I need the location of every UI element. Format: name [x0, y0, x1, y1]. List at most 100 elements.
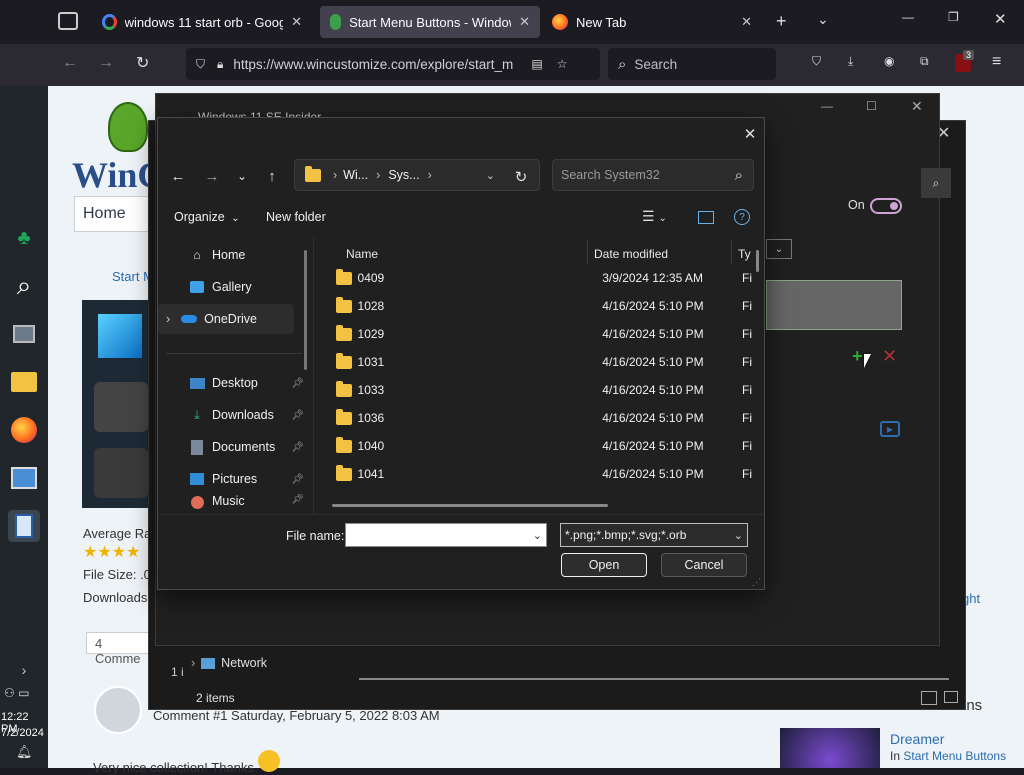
firefox-icon[interactable]	[8, 414, 40, 446]
close-icon[interactable]: ✕	[738, 122, 762, 146]
column-header-date[interactable]: Date modified	[594, 242, 734, 266]
notepad-icon[interactable]	[8, 510, 40, 542]
tab-wincustomize[interactable]: Start Menu Buttons - Windows ✕	[320, 6, 540, 38]
url-bar[interactable]: ⛉ 🔒︎ https://www.wincustomize.com/explor…	[186, 48, 600, 80]
file-row[interactable]: 1031 4/16/2024 5:10 PM Fi	[316, 348, 752, 376]
help-icon[interactable]: ?	[734, 209, 750, 225]
control-panel-icon[interactable]	[8, 462, 40, 494]
notification-bell-icon[interactable]: 🔔︎	[16, 744, 33, 760]
play-icon[interactable]: ▶	[880, 421, 900, 437]
select-dropdown[interactable]: ⌄	[766, 239, 792, 259]
account-icon[interactable]: ◉	[884, 54, 894, 68]
network-item[interactable]: › Network	[191, 656, 267, 670]
file-row[interactable]: 0409 3/9/2024 12:35 AM Fi	[316, 264, 752, 292]
close-icon[interactable]: ✕	[291, 14, 302, 30]
url-text[interactable]: https://www.wincustomize.com/explore/sta…	[233, 57, 523, 72]
open-button[interactable]: Open	[561, 553, 647, 577]
nav-item-onedrive[interactable]: › OneDrive	[158, 304, 294, 334]
file-row[interactable]: 1041 4/16/2024 5:10 PM Fi	[316, 460, 752, 488]
pocket-icon[interactable]: ⛉	[812, 54, 821, 69]
nav-scrollbar[interactable]	[304, 250, 307, 370]
close-window-icon[interactable]: ✕	[994, 10, 1007, 28]
add-icon[interactable]: +	[852, 346, 863, 367]
minimize-icon[interactable]: —	[821, 99, 833, 113]
new-folder-button[interactable]: New folder	[266, 210, 326, 224]
expand-chevron-icon[interactable]: ›	[166, 312, 170, 326]
nav-item-music[interactable]: Music 📌︎	[158, 494, 304, 514]
file-row[interactable]: 1040 4/16/2024 5:10 PM Fi	[316, 432, 752, 460]
forward-arrow-icon[interactable]: →	[200, 164, 224, 188]
breadcrumb-system32[interactable]: Sys...	[388, 168, 419, 182]
minimize-icon[interactable]: —	[902, 10, 914, 24]
column-header-name[interactable]: Name	[346, 242, 616, 266]
back-arrow-icon[interactable]: ←	[62, 54, 78, 72]
cancel-button[interactable]: Cancel	[661, 553, 747, 577]
toggle-switch[interactable]	[870, 198, 902, 214]
file-row[interactable]: 1033 4/16/2024 5:10 PM Fi	[316, 376, 752, 404]
file-row[interactable]: 1029 4/16/2024 5:10 PM Fi	[316, 320, 752, 348]
tab-new-tab[interactable]: New Tab ✕	[542, 6, 762, 38]
scroll-track[interactable]	[359, 678, 949, 680]
search-icon[interactable]: ⌕	[8, 270, 40, 302]
comments-tab[interactable]: 4 Comme	[86, 632, 154, 666]
close-icon[interactable]: ✕	[741, 14, 752, 30]
list-vertical-scrollbar[interactable]	[756, 250, 759, 272]
task-view-icon[interactable]	[8, 318, 40, 350]
close-icon[interactable]: ✕	[911, 98, 923, 115]
remove-icon[interactable]: ✕	[882, 346, 897, 367]
new-tab-plus-icon[interactable]: +	[776, 11, 787, 32]
up-arrow-icon[interactable]: ↑	[260, 164, 284, 188]
refresh-icon[interactable]: ↻	[510, 166, 532, 188]
search-button[interactable]: ⌕	[921, 168, 951, 198]
maximize-icon[interactable]: ☐	[866, 99, 877, 113]
breadcrumb-windows[interactable]: Wi...	[343, 168, 368, 182]
filename-input[interactable]: ⌄	[345, 523, 547, 547]
file-type-filter[interactable]: *.png;*.bmp;*.svg;*.orb ⌄	[560, 523, 748, 547]
back-arrow-icon[interactable]: ←	[166, 164, 190, 188]
clock-date[interactable]: 7/2/2024	[1, 727, 44, 739]
column-divider[interactable]	[587, 240, 588, 264]
file-explorer-icon[interactable]	[8, 366, 40, 398]
list-all-tabs-icon[interactable]	[58, 12, 78, 30]
dreamer-name[interactable]: Dreamer	[890, 731, 944, 747]
nav-item-home[interactable]: ⌂ Home	[158, 240, 304, 270]
restore-icon[interactable]: ❐	[948, 10, 959, 24]
reload-icon[interactable]: ↻	[136, 53, 149, 73]
address-history-chevron-icon[interactable]: ⌄	[486, 169, 495, 182]
resize-grip-icon[interactable]: ⋰	[752, 577, 761, 588]
tray-icons[interactable]: ⚇ ▭	[4, 686, 29, 700]
dreamer-category[interactable]: Start Menu Buttons	[903, 749, 1006, 763]
extensions-icon[interactable]: ⧉	[920, 54, 929, 69]
clover-icon[interactable]: ♣	[8, 222, 40, 254]
downloads-icon[interactable]: ⤓	[848, 54, 853, 69]
dreamer-thumb[interactable]	[780, 728, 880, 768]
view-options-icon[interactable]: ☰ ⌄	[642, 208, 667, 225]
nav-item-desktop[interactable]: Desktop 📌︎	[158, 368, 304, 398]
search-box[interactable]: Search System32 ⌕	[552, 159, 754, 191]
file-row[interactable]: 1036 4/16/2024 5:10 PM Fi	[316, 404, 752, 432]
reader-view-icon[interactable]: ▤	[531, 57, 542, 71]
nav-item-downloads[interactable]: ⤓ Downloads 📌︎	[158, 400, 304, 430]
column-divider[interactable]	[731, 240, 732, 264]
preview-view-icon[interactable]	[944, 691, 958, 703]
show-hidden-icons-chevron-icon[interactable]: ›	[8, 654, 40, 686]
nav-item-pictures[interactable]: Pictures 📌︎	[158, 464, 304, 494]
nav-item-gallery[interactable]: Gallery	[158, 272, 304, 302]
preview-pane-icon[interactable]	[698, 211, 714, 224]
tab-list-chevron-icon[interactable]: ⌄	[817, 11, 829, 28]
details-view-icon[interactable]	[921, 691, 937, 705]
nav-item-documents[interactable]: Documents 📌︎	[158, 432, 304, 462]
recent-locations-chevron-icon[interactable]: ⌄	[232, 164, 252, 188]
forward-arrow-icon[interactable]: →	[98, 54, 114, 72]
chevron-down-icon[interactable]: ⌄	[533, 529, 542, 542]
site-nav-home[interactable]: Home	[74, 196, 158, 232]
list-horizontal-scrollbar[interactable]	[332, 504, 608, 507]
organize-menu[interactable]: Organize ⌄	[174, 210, 240, 224]
tab-google-search[interactable]: windows 11 start orb - Google S ✕	[92, 6, 312, 38]
file-row[interactable]: 1028 4/16/2024 5:10 PM Fi	[316, 292, 752, 320]
app-menu-icon[interactable]: ≡	[992, 53, 1001, 71]
web-search-box[interactable]: ⌕ Search	[608, 48, 776, 80]
address-bar[interactable]: › Wi... › Sys... › ⌄	[294, 159, 540, 191]
bookmark-star-icon[interactable]: ☆	[557, 57, 568, 71]
close-icon[interactable]: ✕	[519, 14, 530, 30]
